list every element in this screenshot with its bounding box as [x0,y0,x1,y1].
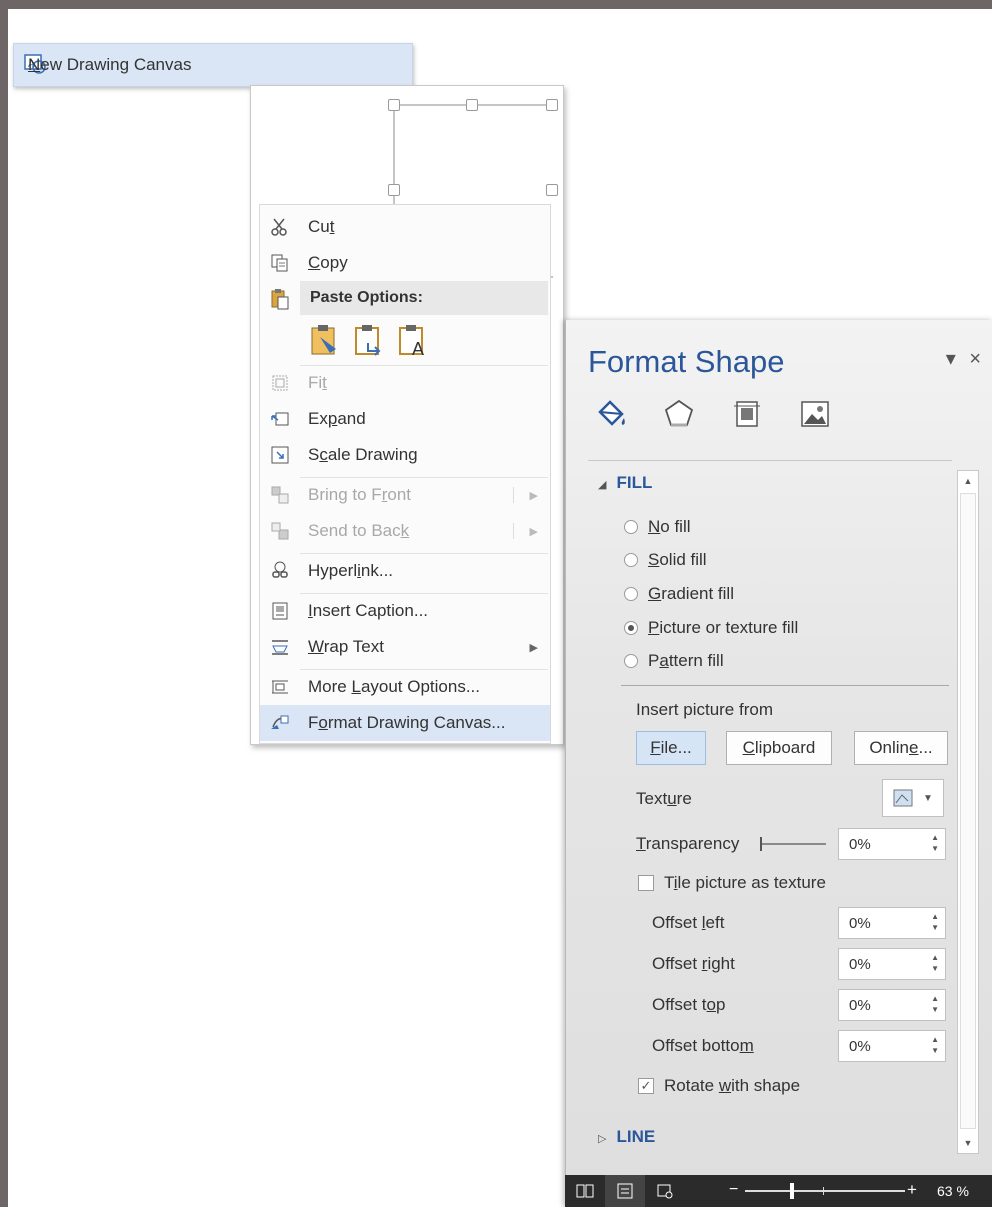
format-shape-pane: Format Shape ▾ × ◢ FILL No fill Solid fil… [565,320,992,1207]
menu-item-format-drawing-canvas[interactable]: Format Drawing Canvas... [260,705,550,741]
fit-icon [260,374,300,392]
resize-handle[interactable] [388,99,400,111]
submenu-arrow-icon: ▶ [529,489,538,502]
offset-bottom-label: Offset bottom [652,1036,754,1055]
chevron-down-icon: ▼ [923,792,933,804]
fill-line-icon[interactable] [592,396,630,432]
menu-item-send-to-back[interactable]: Send to Back ▶ [260,513,550,549]
pane-tabs [592,396,834,432]
paste-merge-formatting-icon[interactable] [352,323,386,362]
collapse-triangle-icon: ◢ [598,479,607,491]
drawing-canvas[interactable]: Cut Copy Paste Options: A Fit Expand Sca… [250,85,564,745]
resize-handle[interactable] [546,184,558,196]
texture-dropdown[interactable]: ▼ [882,779,944,817]
pane-scrollbar[interactable]: ▲ ▼ [957,470,979,1154]
menu-item-bring-to-front[interactable]: Bring to Front ▶ [260,477,550,513]
zoom-out-icon[interactable]: − [729,1181,738,1199]
wrap-text-icon [260,638,300,656]
file-button[interactable]: File... [636,731,706,765]
status-bar: − + 63 % [565,1175,992,1207]
layout-options-icon [260,679,300,695]
copy-icon [260,253,300,273]
checkmark-icon: ✓ [638,1078,654,1094]
clipboard-icon [260,288,300,310]
menu-item-scale-drawing[interactable]: Scale Drawing [260,437,550,473]
transparency-input[interactable]: 0% ▲ ▼ [838,828,946,860]
spinner-arrows-icon[interactable]: ▲ ▼ [931,993,939,1015]
fill-section-header[interactable]: ◢ FILL [598,473,652,493]
zoom-slider-thumb[interactable] [790,1183,794,1199]
effects-icon[interactable] [660,396,698,432]
scrollbar-thumb[interactable] [960,493,976,1129]
transparency-slider[interactable] [760,837,826,851]
resize-handle[interactable] [388,184,400,196]
menu-item-copy[interactable]: Copy [260,245,550,281]
web-layout-icon[interactable] [645,1175,685,1207]
scissors-icon [260,217,300,237]
new-drawing-canvas-item[interactable]: A New Drawing Canvas [13,43,413,87]
layout-properties-icon[interactable] [728,396,766,432]
resize-handle[interactable] [466,99,478,111]
expand-icon [260,410,300,428]
offset-left-input[interactable]: 0% ▲ ▼ [838,907,946,939]
offset-left-label: Offset left [652,913,725,932]
tile-picture-checkbox[interactable]: Tile picture as texture [638,873,826,893]
radio-solid-fill[interactable]: Solid fill [624,550,707,570]
expand-triangle-icon: ▷ [598,1133,607,1145]
format-canvas-icon [260,713,300,733]
paste-text-only-icon[interactable]: A [396,323,430,362]
insert-picture-from-label: Insert picture from [636,700,773,719]
texture-swatch-icon [893,789,913,807]
resize-handle[interactable] [546,99,558,111]
zoom-slider[interactable] [745,1190,905,1192]
print-layout-icon[interactable] [605,1175,645,1207]
scroll-down-icon[interactable]: ▼ [958,1133,978,1153]
zoom-level[interactable]: 63 % [937,1183,969,1199]
close-icon[interactable]: × [969,348,981,370]
menu-item-cut[interactable]: Cut [260,209,550,245]
radio-picture-texture-fill[interactable]: Picture or texture fill [624,618,798,638]
spinner-arrows-icon[interactable]: ▲ ▼ [931,832,939,854]
context-menu: Cut Copy Paste Options: A Fit Expand Sca… [259,204,551,744]
offset-top-input[interactable]: 0% ▲ ▼ [838,989,946,1021]
spinner-arrows-icon[interactable]: ▲ ▼ [931,952,939,974]
insert-caption-icon [260,601,300,621]
scroll-up-icon[interactable]: ▲ [958,471,978,491]
zoom-in-icon[interactable]: + [907,1180,917,1200]
offset-top-label: Offset top [652,995,726,1014]
menu-item-hyperlink[interactable]: Hyperlink... [260,553,550,589]
submenu-arrow-icon: ▶ [529,641,538,654]
radio-gradient-fill[interactable]: Gradient fill [624,584,734,604]
radio-no-fill[interactable]: No fill [624,517,691,537]
offset-right-label: Offset right [652,954,735,973]
paste-options-label: Paste Options: [300,281,548,315]
spinner-arrows-icon[interactable]: ▲ ▼ [931,911,939,933]
scale-drawing-icon [260,445,300,465]
offset-right-input[interactable]: 0% ▲ ▼ [838,948,946,980]
texture-label: Texture [636,789,692,808]
online-button[interactable]: Onlin e... [854,731,948,765]
submenu-arrow-icon: ▶ [529,525,538,538]
svg-text:A: A [412,339,424,357]
rotate-with-shape-checkbox[interactable]: ✓ Rotate with shape [638,1076,800,1096]
bring-to-front-icon [260,485,300,505]
menu-item-insert-caption[interactable]: Insert Caption... [260,593,550,629]
menu-item-wrap-text[interactable]: Wrap Text ▶ [260,629,550,665]
radio-pattern-fill[interactable]: Pattern fill [624,651,724,671]
offset-bottom-input[interactable]: 0% ▲ ▼ [838,1030,946,1062]
hyperlink-icon [260,561,300,581]
line-section-header[interactable]: ▷ LINE [598,1127,655,1147]
paste-keep-formatting-icon[interactable] [308,323,342,362]
picture-icon[interactable] [796,396,834,432]
menu-item-expand[interactable]: Expand [260,401,550,437]
read-mode-icon[interactable] [565,1175,605,1207]
pane-title: Format Shape [588,344,785,379]
send-to-back-icon [260,521,300,541]
spinner-arrows-icon[interactable]: ▲ ▼ [931,1034,939,1056]
menu-item-more-layout-options[interactable]: More Layout Options... [260,669,550,705]
transparency-label: Transparency [636,834,740,853]
clipboard-button[interactable]: Clipboard [726,731,832,765]
menu-item-fit[interactable]: Fit [260,365,550,401]
pane-options-dropdown-icon[interactable]: ▾ [946,348,956,370]
